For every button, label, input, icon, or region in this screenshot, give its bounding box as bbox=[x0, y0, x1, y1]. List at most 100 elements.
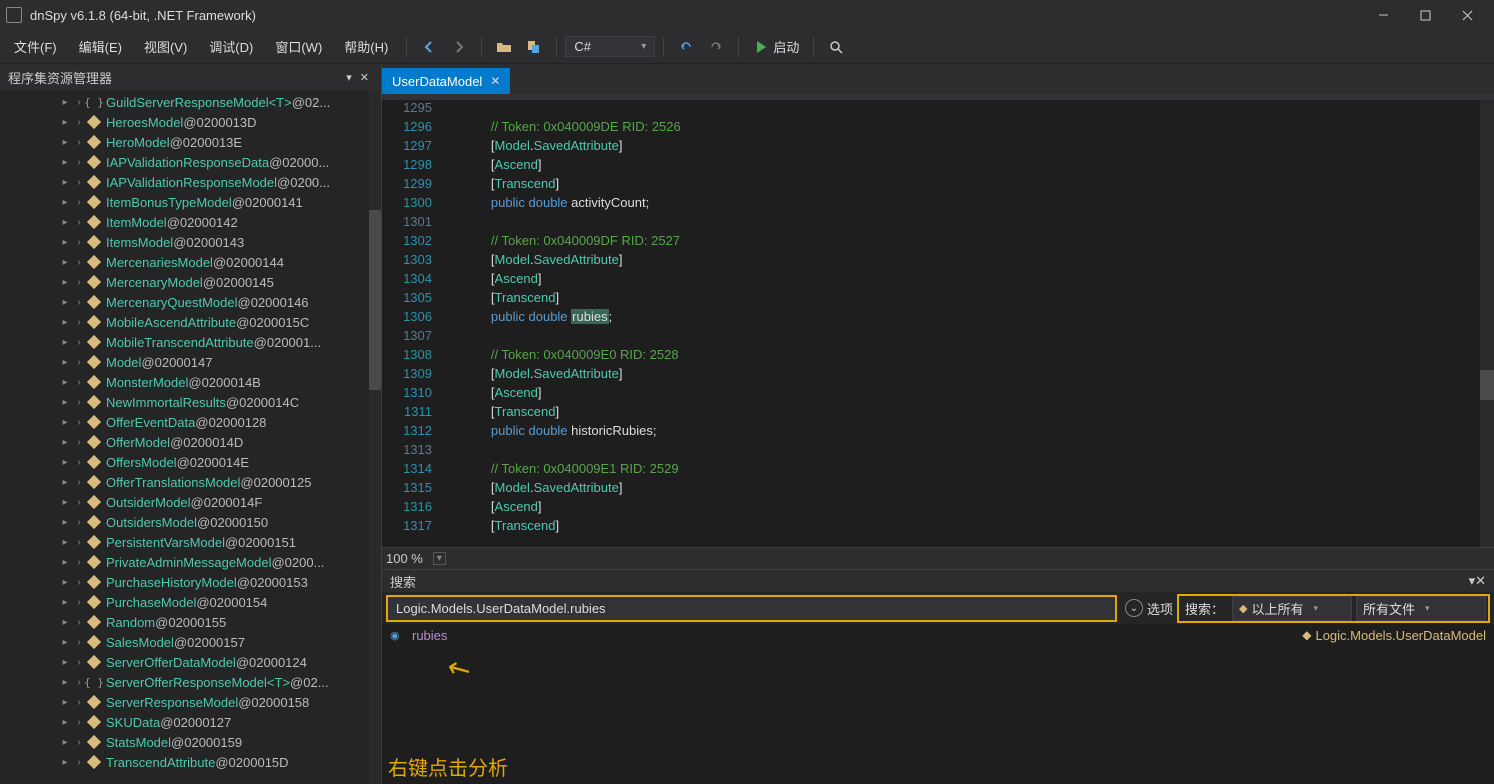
tree-node[interactable]: ▸›PurchaseModel @02000154 bbox=[0, 592, 381, 612]
tree-node[interactable]: ▸›NewImmortalResults @0200014C bbox=[0, 392, 381, 412]
tree-node[interactable]: ▸›OutsidersModel @02000150 bbox=[0, 512, 381, 532]
expand-icon[interactable]: ▸ bbox=[58, 297, 72, 308]
tree-node[interactable]: ▸›{ }ServerOfferResponseModel<T> @02... bbox=[0, 672, 381, 692]
panel-close-icon[interactable]: ✕ bbox=[1475, 573, 1486, 589]
expand-icon[interactable]: ▸ bbox=[58, 337, 72, 348]
expand-icon[interactable]: ▸ bbox=[58, 697, 72, 708]
tree-node[interactable]: ▸›PurchaseHistoryModel @02000153 bbox=[0, 572, 381, 592]
tree-node[interactable]: ▸›ItemModel @02000142 bbox=[0, 212, 381, 232]
tab-userdatamodel[interactable]: UserDataModel ✕ bbox=[382, 68, 510, 94]
tree-node[interactable]: ▸›TranscendAttribute @0200015D bbox=[0, 752, 381, 772]
search-scope-selector[interactable]: ◆ 以上所有 ▾ bbox=[1232, 596, 1352, 621]
tree-node[interactable]: ▸›OfferEventData @02000128 bbox=[0, 412, 381, 432]
tree-node[interactable]: ▸›OffersModel @0200014E bbox=[0, 452, 381, 472]
menu-file[interactable]: 文件(F) bbox=[4, 33, 67, 60]
expand-icon[interactable]: ▸ bbox=[58, 737, 72, 748]
expand-icon[interactable]: ▸ bbox=[58, 277, 72, 288]
expand-icon[interactable]: ▸ bbox=[58, 137, 72, 148]
expand-icon[interactable]: ▸ bbox=[58, 517, 72, 528]
zoom-dropdown-icon[interactable]: ▾ bbox=[433, 552, 446, 565]
close-button[interactable] bbox=[1446, 0, 1488, 30]
nav-back-button[interactable] bbox=[415, 35, 443, 59]
expand-icon[interactable]: ▸ bbox=[58, 497, 72, 508]
tree-node[interactable]: ▸›HeroModel @0200013E bbox=[0, 132, 381, 152]
expand-icon[interactable]: ▸ bbox=[58, 357, 72, 368]
maximize-button[interactable] bbox=[1404, 0, 1446, 30]
code-editor[interactable]: 12951296 // Token: 0x040009DE RID: 25261… bbox=[382, 100, 1494, 547]
search-options-button[interactable]: ⌄ 选项 bbox=[1121, 597, 1177, 620]
code-line[interactable]: 1302 // Token: 0x040009DF RID: 2527 bbox=[382, 233, 1494, 252]
open-file-icon[interactable] bbox=[490, 35, 518, 59]
undo-icon[interactable] bbox=[672, 35, 700, 59]
tree-node[interactable]: ▸›ItemBonusTypeModel @02000141 bbox=[0, 192, 381, 212]
expand-icon[interactable]: ▸ bbox=[58, 237, 72, 248]
redo-icon[interactable] bbox=[702, 35, 730, 59]
code-line[interactable]: 1295 bbox=[382, 100, 1494, 119]
expand-icon[interactable]: ▸ bbox=[58, 477, 72, 488]
code-line[interactable]: 1306 public double rubies; bbox=[382, 309, 1494, 328]
expand-icon[interactable]: ▸ bbox=[58, 677, 72, 688]
tab-close-icon[interactable]: ✕ bbox=[490, 74, 500, 88]
code-line[interactable]: 1312 public double historicRubies; bbox=[382, 423, 1494, 442]
expand-icon[interactable]: ▸ bbox=[58, 97, 72, 108]
code-line[interactable]: 1315 [Model.SavedAttribute] bbox=[382, 480, 1494, 499]
scrollbar[interactable] bbox=[369, 90, 381, 784]
tree-node[interactable]: ▸›StatsModel @02000159 bbox=[0, 732, 381, 752]
tree-node[interactable]: ▸›OutsiderModel @0200014F bbox=[0, 492, 381, 512]
code-line[interactable]: 1307 bbox=[382, 328, 1494, 347]
code-line[interactable]: 1316 [Ascend] bbox=[382, 499, 1494, 518]
expand-icon[interactable]: ▸ bbox=[58, 117, 72, 128]
menu-window[interactable]: 窗口(W) bbox=[265, 33, 332, 60]
code-line[interactable]: 1298 [Ascend] bbox=[382, 157, 1494, 176]
expand-icon[interactable]: ▸ bbox=[58, 257, 72, 268]
code-line[interactable]: 1311 [Transcend] bbox=[382, 404, 1494, 423]
tree-node[interactable]: ▸›Model @02000147 bbox=[0, 352, 381, 372]
tree-node[interactable]: ▸›HeroesModel @0200013D bbox=[0, 112, 381, 132]
expand-icon[interactable]: ▸ bbox=[58, 197, 72, 208]
language-selector[interactable]: C# ▾ bbox=[565, 36, 655, 57]
tree-node[interactable]: ▸›ServerResponseModel @02000158 bbox=[0, 692, 381, 712]
expand-icon[interactable]: ▸ bbox=[58, 377, 72, 388]
expand-icon[interactable]: ▸ bbox=[58, 757, 72, 768]
expand-icon[interactable]: ▸ bbox=[58, 557, 72, 568]
editor-scrollbar[interactable] bbox=[1480, 100, 1494, 547]
tree-node[interactable]: ▸›MercenaryModel @02000145 bbox=[0, 272, 381, 292]
code-line[interactable]: 1308 // Token: 0x040009E0 RID: 2528 bbox=[382, 347, 1494, 366]
panel-close-icon[interactable]: ✕ bbox=[356, 69, 373, 86]
tree-node[interactable]: ▸›OfferModel @0200014D bbox=[0, 432, 381, 452]
code-line[interactable]: 1317 [Transcend] bbox=[382, 518, 1494, 537]
tree-node[interactable]: ▸›PersistentVarsModel @02000151 bbox=[0, 532, 381, 552]
tree-node[interactable]: ▸›MobileTranscendAttribute @020001... bbox=[0, 332, 381, 352]
expand-icon[interactable]: ▸ bbox=[58, 617, 72, 628]
code-line[interactable]: 1297 [Model.SavedAttribute] bbox=[382, 138, 1494, 157]
search-icon[interactable] bbox=[822, 35, 850, 59]
expand-icon[interactable]: ▸ bbox=[58, 577, 72, 588]
tree-node[interactable]: ▸›ServerOfferDataModel @02000124 bbox=[0, 652, 381, 672]
tree-node[interactable]: ▸›MonsterModel @0200014B bbox=[0, 372, 381, 392]
code-line[interactable]: 1309 [Model.SavedAttribute] bbox=[382, 366, 1494, 385]
code-line[interactable]: 1304 [Ascend] bbox=[382, 271, 1494, 290]
code-line[interactable]: 1310 [Ascend] bbox=[382, 385, 1494, 404]
expand-icon[interactable]: ▸ bbox=[58, 397, 72, 408]
tree-node[interactable]: ▸›IAPValidationResponseModel @0200... bbox=[0, 172, 381, 192]
search-input[interactable] bbox=[386, 595, 1117, 622]
tree-node[interactable]: ▸›MercenaryQuestModel @02000146 bbox=[0, 292, 381, 312]
expand-icon[interactable]: ▸ bbox=[58, 317, 72, 328]
run-button[interactable]: 启动 bbox=[747, 33, 805, 60]
code-line[interactable]: 1303 [Model.SavedAttribute] bbox=[382, 252, 1494, 271]
minimize-button[interactable] bbox=[1362, 0, 1404, 30]
nav-forward-button[interactable] bbox=[445, 35, 473, 59]
tree-node[interactable]: ▸›OfferTranslationsModel @02000125 bbox=[0, 472, 381, 492]
code-line[interactable]: 1300 public double activityCount; bbox=[382, 195, 1494, 214]
menu-debug[interactable]: 调试(D) bbox=[199, 33, 263, 60]
expand-icon[interactable]: ▸ bbox=[58, 637, 72, 648]
menu-help[interactable]: 帮助(H) bbox=[334, 33, 398, 60]
tree-node[interactable]: ▸›Random @02000155 bbox=[0, 612, 381, 632]
tree-node[interactable]: ▸›{ }GuildServerResponseModel<T> @02... bbox=[0, 92, 381, 112]
search-result-row[interactable]: ◉ rubies ◆ Logic.Models.UserDataModel bbox=[382, 624, 1494, 646]
tree-node[interactable]: ▸›ItemsModel @02000143 bbox=[0, 232, 381, 252]
expand-icon[interactable]: ▸ bbox=[58, 177, 72, 188]
tree-node[interactable]: ▸›MobileAscendAttribute @0200015C bbox=[0, 312, 381, 332]
menu-view[interactable]: 视图(V) bbox=[134, 33, 197, 60]
code-line[interactable]: 1313 bbox=[382, 442, 1494, 461]
